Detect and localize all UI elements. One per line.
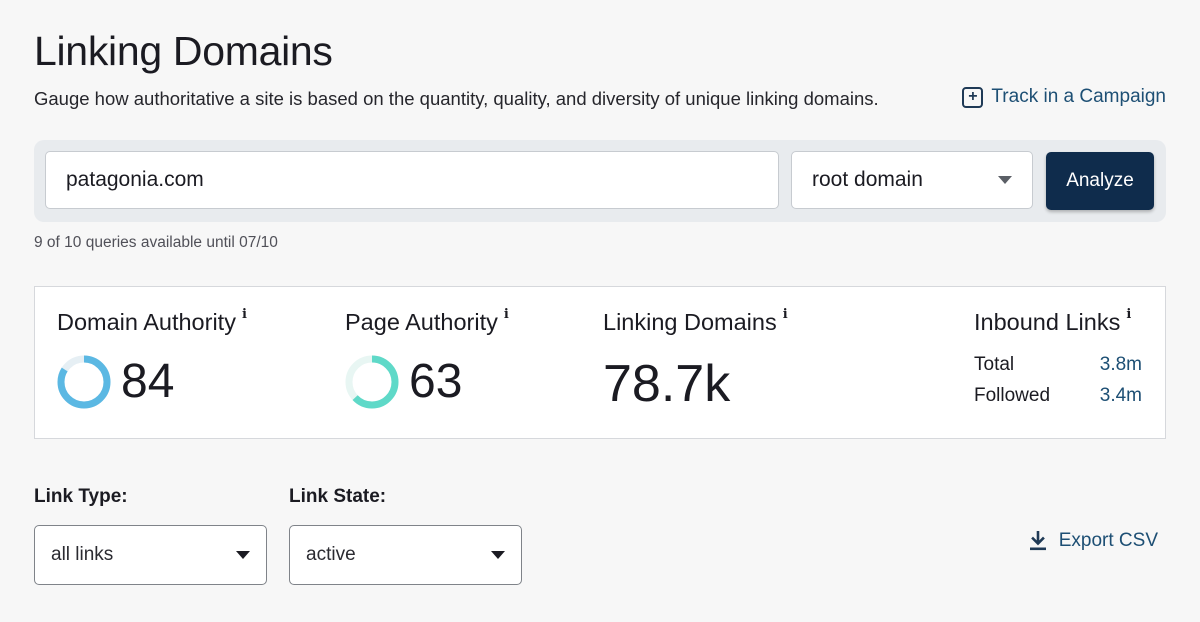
download-icon [1029, 531, 1046, 551]
info-icon[interactable]: i [1126, 307, 1131, 322]
domain-authority-gauge [57, 355, 111, 408]
link-type-select[interactable]: all links [34, 525, 267, 585]
scope-select[interactable]: root domain [791, 151, 1033, 209]
inbound-links-table: Total 3.8m Followed 3.4m [974, 354, 1142, 407]
linking-domains-label: Linking Domains [603, 309, 777, 335]
caret-down-icon [491, 551, 505, 559]
linking-domains-value: 78.7k [603, 355, 731, 413]
link-type-select-value: all links [51, 544, 114, 565]
info-icon[interactable]: i [783, 307, 788, 322]
inbound-followed-label: Followed [974, 385, 1051, 406]
inbound-links-metric: Inbound Links i Total 3.8m Followed 3.4m [974, 307, 1142, 407]
track-in-campaign-label: Track in a Campaign [991, 86, 1166, 107]
track-in-campaign-link[interactable]: + Track in a Campaign [962, 86, 1166, 108]
plus-square-icon: + [962, 86, 984, 108]
export-csv-label: Export CSV [1058, 530, 1158, 551]
export-csv-link[interactable]: Export CSV [1029, 530, 1158, 552]
info-icon[interactable]: i [504, 307, 509, 322]
caret-down-icon [236, 551, 250, 559]
domain-authority-value: 84 [121, 355, 175, 408]
query-quota-text: 9 of 10 queries available until 07/10 [34, 234, 278, 251]
search-panel: root domain Analyze [34, 140, 1166, 222]
page-authority-label: Page Authority [345, 309, 498, 335]
page-authority-value: 63 [409, 355, 463, 408]
link-state-select[interactable]: active [289, 525, 522, 585]
chevron-down-icon [998, 176, 1012, 184]
inbound-total-label: Total [974, 354, 1015, 375]
inbound-links-label: Inbound Links [974, 309, 1121, 335]
link-type-label: Link Type: [34, 486, 128, 507]
inbound-followed-value: 3.4m [1099, 385, 1142, 406]
metrics-card: Domain Authority i 84 Page Authority i 6… [34, 286, 1166, 439]
domain-input[interactable] [45, 151, 779, 209]
info-icon[interactable]: i [242, 307, 247, 322]
page-title: Linking Domains [34, 28, 333, 74]
domain-authority-label: Domain Authority [57, 309, 236, 335]
link-state-label: Link State: [289, 486, 387, 507]
linking-domains-metric: Linking Domains i 78.7k [603, 307, 788, 414]
scope-select-value: root domain [812, 168, 923, 191]
page-subtitle: Gauge how authoritative a site is based … [34, 88, 879, 109]
page-authority-metric: Page Authority i 63 [345, 307, 509, 409]
analyze-button[interactable]: Analyze [1046, 152, 1154, 210]
inbound-total-value: 3.8m [1099, 354, 1142, 375]
domain-authority-metric: Domain Authority i 84 [57, 307, 247, 409]
link-state-select-value: active [306, 544, 356, 565]
page-authority-gauge [345, 355, 399, 408]
